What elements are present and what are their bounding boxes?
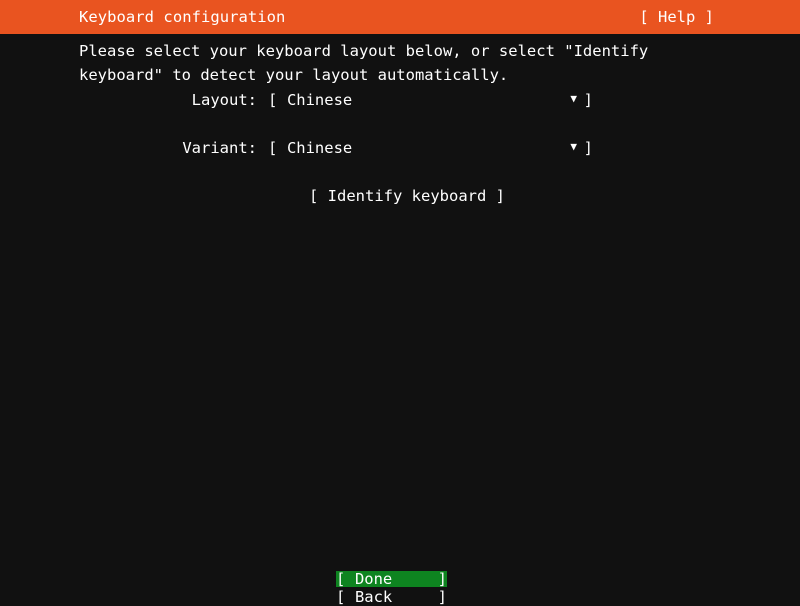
page-title: Keyboard configuration	[79, 8, 286, 26]
back-bracket-close: ]	[437, 588, 447, 606]
help-button[interactable]: [ Help ]	[639, 5, 714, 29]
done-bracket-close: ]	[437, 570, 447, 588]
layout-bracket-open: [	[268, 91, 278, 109]
chevron-down-icon[interactable]: ▼	[569, 87, 579, 111]
layout-label: Layout:	[191, 91, 257, 109]
back-button[interactable]: [ Back ]	[336, 589, 447, 605]
layout-value: Chinese	[286, 91, 353, 109]
variant-bracket-close: ]	[583, 139, 593, 157]
main-content: Please select your keyboard layout below…	[0, 34, 800, 605]
variant-value: Chinese	[286, 139, 353, 157]
identify-keyboard-button[interactable]: [ Identify keyboard ]	[295, 184, 505, 208]
layout-dropdown[interactable]: [ Chinese ▼ ]	[268, 88, 593, 112]
variant-label: Variant:	[182, 139, 257, 157]
variant-row: Variant: [ Chinese ▼ ]	[0, 136, 800, 160]
variant-bracket-open: [	[268, 139, 278, 157]
intro-text: Please select your keyboard layout below…	[79, 42, 658, 84]
chevron-down-icon[interactable]: ▼	[569, 135, 579, 159]
back-button-label: Back	[354, 588, 393, 606]
layout-bracket-close: ]	[583, 91, 593, 109]
back-bracket-open: [	[336, 588, 346, 606]
installer-screen: Keyboard configuration [ Help ] Please s…	[0, 0, 800, 605]
layout-row: Layout: [ Chinese ▼ ]	[0, 88, 800, 112]
done-bracket-open: [	[336, 570, 346, 588]
done-button[interactable]: [ Done ]	[336, 571, 447, 587]
identify-keyboard-row: [ Identify keyboard ]	[0, 184, 800, 208]
header-bar: Keyboard configuration [ Help ]	[0, 0, 800, 34]
variant-dropdown[interactable]: [ Chinese ▼ ]	[268, 136, 593, 160]
done-button-label: Done	[354, 570, 393, 588]
